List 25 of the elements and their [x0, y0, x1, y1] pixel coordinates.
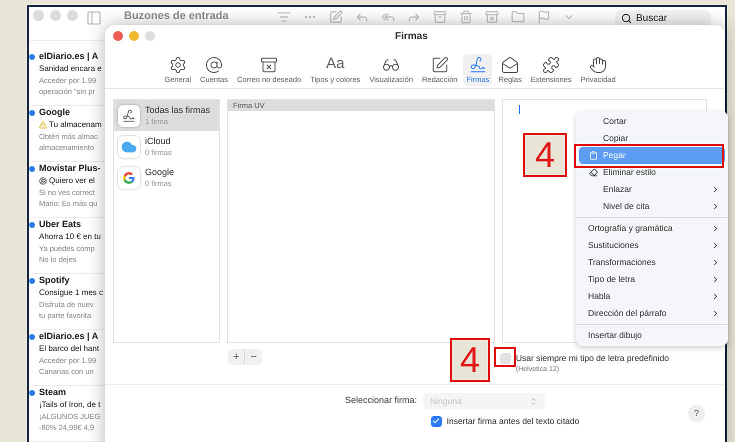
message-sender: Steam	[39, 386, 68, 399]
account-name: iCloud	[145, 136, 172, 146]
message-sender: Spotify	[39, 274, 70, 287]
tab-glyph: Aa	[326, 54, 344, 74]
checkbox-label: Usar siempre mi tipo de letra predefinido	[516, 352, 669, 364]
callout-number: 4	[523, 133, 567, 177]
message-sender: Google	[39, 106, 71, 119]
message-sender: elDiario.es | A	[39, 330, 100, 343]
message-subject: Ahorra 10 € en tu	[39, 231, 101, 243]
callout-number: 4	[450, 338, 490, 382]
message-sender: elDiario.es | A	[39, 50, 100, 63]
message-subject: El barco del hant	[39, 343, 100, 355]
message-subject: Consigue 1 mes c	[39, 287, 104, 299]
field-label: Seleccionar firma:	[344, 394, 418, 408]
message-subject: Quiero ver el	[49, 175, 95, 187]
message-subject: Sanidad encara e	[39, 63, 102, 75]
window-title: Buzones de entrada	[124, 10, 229, 23]
message-sender: Movistar Plus-	[39, 162, 101, 175]
account-name: Google	[145, 166, 174, 178]
checkbox-label: Insertar firma antes del texto citado	[446, 415, 580, 428]
dialog-title: Firmas	[395, 30, 428, 44]
message-subject: Tu almacenam	[49, 119, 102, 131]
message-sender: Uber Eats	[39, 218, 82, 231]
account-name: Todas las firmas	[145, 104, 210, 116]
message-subject: ¡Tails of Iron, de t	[39, 399, 100, 411]
